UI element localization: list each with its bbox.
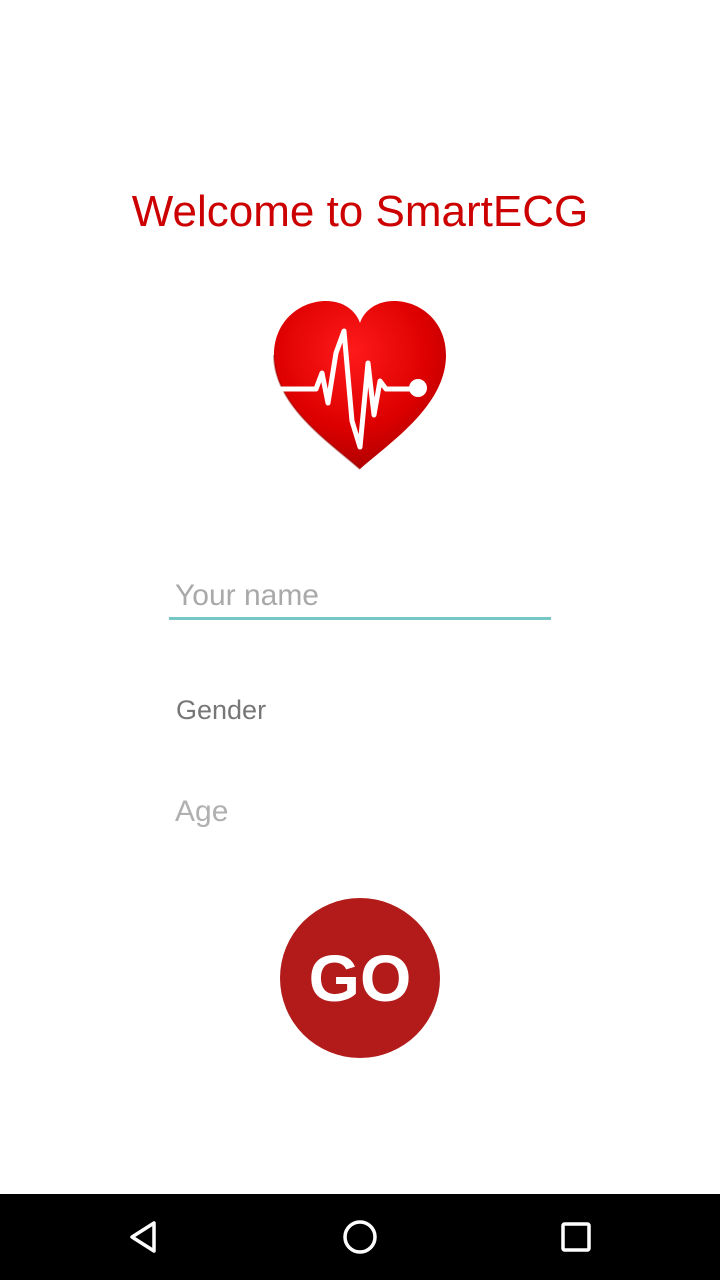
name-field[interactable]	[169, 574, 551, 624]
welcome-screen: Welcome to SmartECG Gender Age GO	[0, 0, 720, 1280]
back-triangle-icon[interactable]	[114, 1207, 174, 1267]
age-input[interactable]: Age	[175, 790, 228, 834]
heart-ecg-icon	[268, 293, 452, 475]
name-input[interactable]	[169, 574, 551, 620]
go-button[interactable]: GO	[280, 898, 440, 1058]
gender-selector[interactable]: Gender	[176, 690, 266, 730]
page-title: Welcome to SmartECG	[131, 187, 589, 236]
navigation-bar	[0, 1194, 720, 1280]
recents-square-icon[interactable]	[546, 1207, 606, 1267]
home-circle-icon[interactable]	[330, 1207, 390, 1267]
